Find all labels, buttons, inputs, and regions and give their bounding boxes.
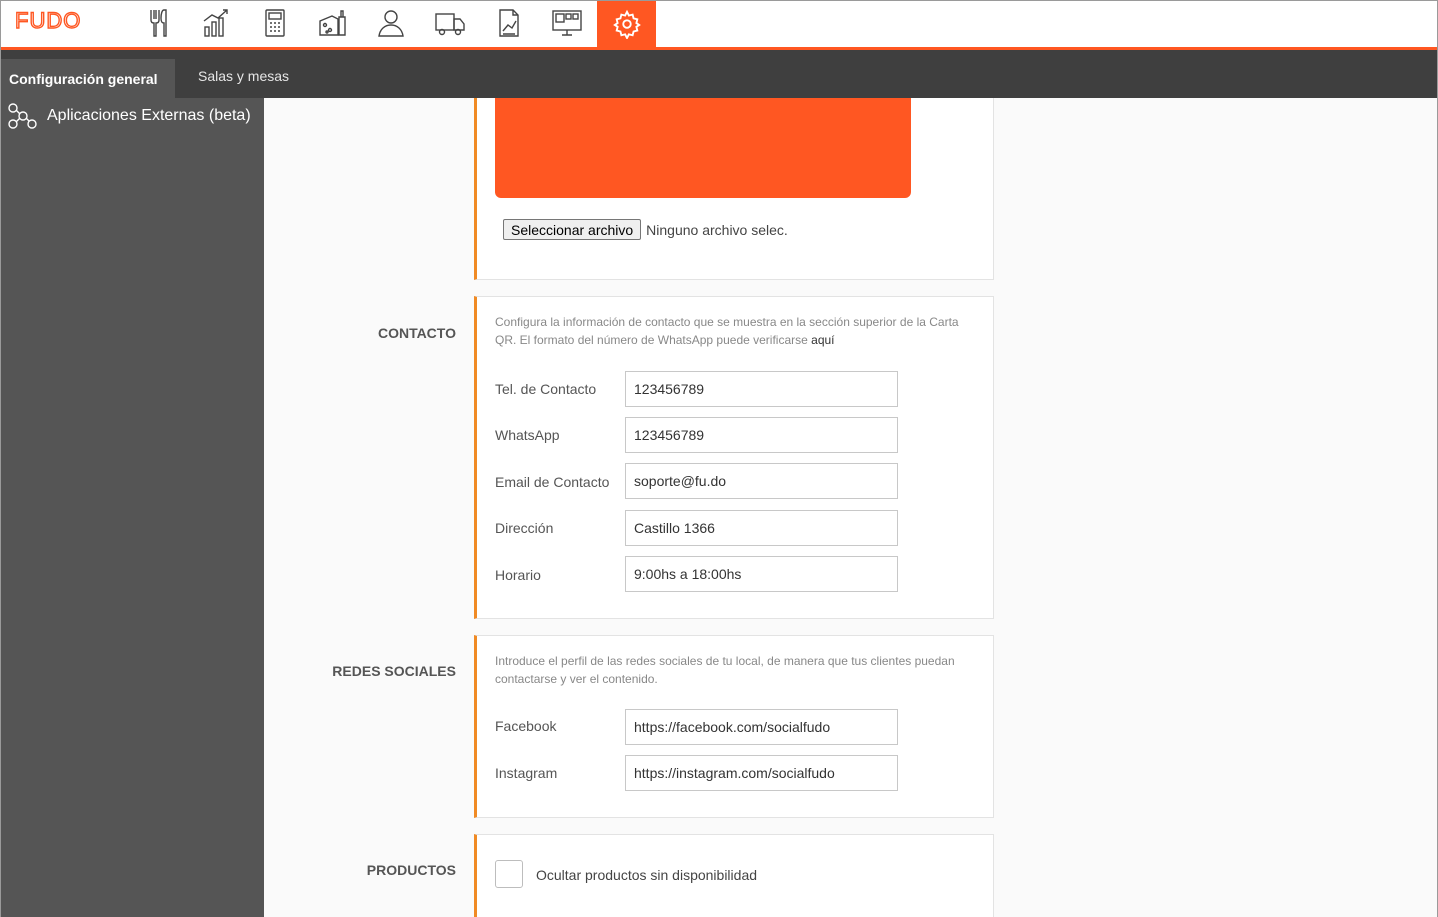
image-preview: [495, 98, 911, 198]
whatsapp-input[interactable]: [625, 417, 898, 453]
facebook-input[interactable]: [625, 709, 898, 745]
address-input[interactable]: [625, 510, 898, 546]
products-panel: Ocultar productos sin disponibilidad: [474, 834, 994, 917]
email-input[interactable]: [625, 463, 898, 499]
monitor-icon[interactable]: [549, 5, 585, 41]
hours-label: Horario: [495, 567, 541, 583]
file-picker: Seleccionar archivo Ninguno archivo sele…: [503, 219, 788, 240]
user-icon[interactable]: [373, 5, 409, 41]
address-label: Dirección: [495, 520, 554, 536]
tel-label: Tel. de Contacto: [495, 381, 597, 397]
select-file-button[interactable]: Seleccionar archivo: [503, 219, 642, 240]
facebook-label: Facebook: [495, 718, 557, 734]
section-title-contacto: CONTACTO: [377, 325, 456, 341]
fudo-logo[interactable]: FUDO: [15, 8, 97, 32]
whatsapp-verify-link[interactable]: aquí: [811, 333, 834, 347]
bar-chart-icon[interactable]: [198, 5, 234, 41]
instagram-label: Instagram: [495, 765, 558, 781]
products-icon[interactable]: [315, 5, 351, 41]
main-content: Seleccionar archivo Ninguno archivo sele…: [264, 98, 1437, 917]
sidebar-item-aplicaciones-externas[interactable]: Aplicaciones Externas (beta): [7, 102, 251, 130]
whatsapp-label: WhatsApp: [495, 427, 560, 443]
contact-panel: Configura la información de contacto que…: [474, 296, 994, 619]
hide-unavailable-label: Ocultar productos sin disponibilidad: [536, 867, 758, 883]
contact-description-text: Configura la información de contacto que…: [495, 315, 959, 347]
contact-description: Configura la información de contacto que…: [495, 313, 975, 349]
hours-input[interactable]: [625, 556, 898, 592]
svg-text:FUDO: FUDO: [15, 8, 81, 32]
social-description: Introduce el perfil de las redes sociale…: [495, 654, 955, 686]
truck-icon[interactable]: [432, 5, 468, 41]
report-icon[interactable]: [491, 5, 527, 41]
instagram-input[interactable]: [625, 755, 898, 791]
tel-input[interactable]: [625, 371, 898, 407]
settings-sub-tabs: Configuración general Salas y mesas: [1, 50, 1437, 98]
calculator-icon[interactable]: [257, 5, 293, 41]
section-title-redes-sociales: REDES SOCIALES: [332, 663, 456, 679]
sidebar: Aplicaciones Externas (beta): [1, 98, 264, 917]
sidebar-item-label: Aplicaciones Externas (beta): [47, 107, 251, 124]
section-title-productos: PRODUCTOS: [366, 862, 456, 878]
social-panel: Introduce el perfil de las redes sociale…: [474, 635, 994, 818]
top-navigation-bar: FUDO: [1, 1, 1437, 50]
file-status-text: Ninguno archivo selec.: [646, 221, 788, 238]
nodes-icon: [8, 103, 37, 129]
gear-icon[interactable]: [597, 1, 656, 47]
tab-salas-y-mesas[interactable]: Salas y mesas: [190, 59, 297, 98]
tab-configuracion-general[interactable]: Configuración general: [1, 59, 175, 98]
email-label: Email de Contacto: [495, 474, 610, 490]
hide-unavailable-checkbox[interactable]: [495, 860, 523, 888]
fork-knife-icon[interactable]: [140, 5, 176, 41]
